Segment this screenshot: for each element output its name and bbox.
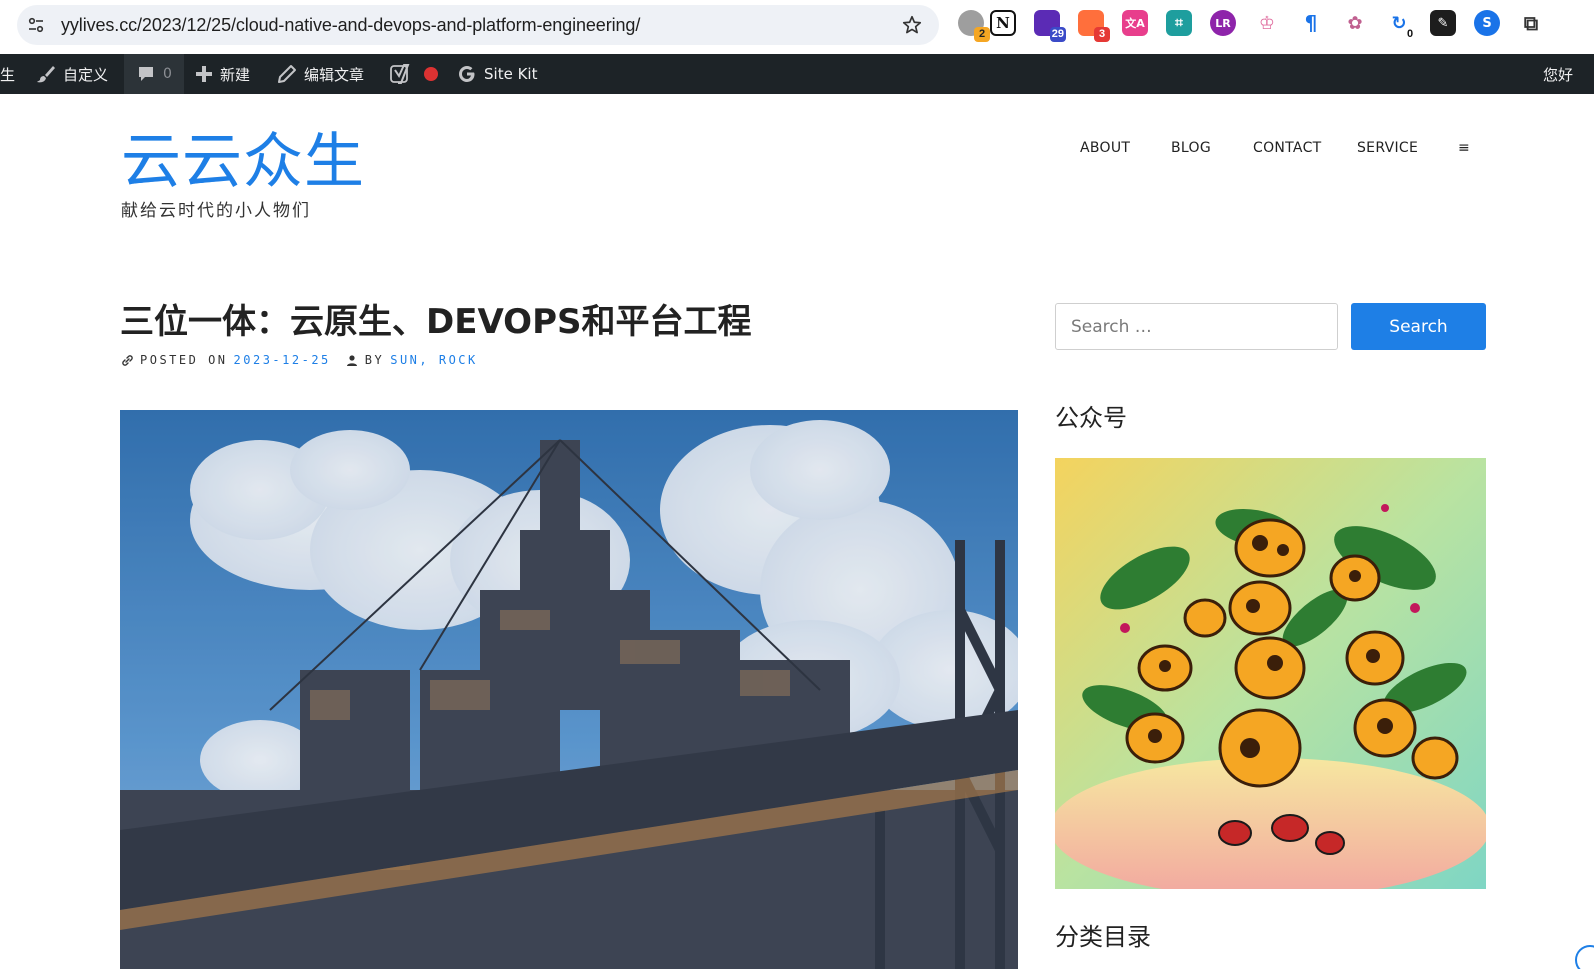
extension-badge: 3 xyxy=(1094,27,1110,42)
customize-link[interactable]: 自定义 xyxy=(36,54,108,94)
menu-toggle-icon[interactable]: ≡ xyxy=(1458,140,1470,156)
yoast-seo-menu[interactable] xyxy=(390,54,439,94)
extension-badge: 29 xyxy=(1049,27,1066,42)
site-name-fragment[interactable]: 生 xyxy=(0,64,15,85)
site-title[interactable]: 云云众生 xyxy=(121,127,365,197)
openai-extension-icon[interactable]: ✿ xyxy=(1342,10,1368,36)
site-info-icon[interactable] xyxy=(27,16,45,34)
translate-extension-icon[interactable]: 文A xyxy=(1122,10,1148,36)
ants-illustration xyxy=(1055,458,1486,889)
nav-contact[interactable]: CONTACT xyxy=(1253,140,1322,156)
nav-service[interactable]: SERVICE xyxy=(1357,140,1418,156)
admin-bar-site-name[interactable]: 生 xyxy=(0,54,15,94)
posted-on-label: POSTED ON xyxy=(140,353,228,367)
wechat-account-image xyxy=(1055,458,1486,889)
paintbrush-icon xyxy=(37,66,55,83)
search-button[interactable]: Search xyxy=(1351,303,1486,350)
new-label: 新建 xyxy=(220,65,251,84)
site-kit-link[interactable]: Site Kit xyxy=(457,54,537,94)
post-meta: POSTED ON 2023-12-25 BY SUN, ROCK xyxy=(121,353,478,367)
new-content-link[interactable]: 新建 xyxy=(195,54,250,94)
notion-extension-icon[interactable]: N xyxy=(990,10,1016,36)
blue-pin-extension-icon[interactable]: ¶ xyxy=(1298,10,1324,36)
house-extension-icon[interactable]: 29 xyxy=(1034,10,1066,42)
account-menu[interactable]: 您好 xyxy=(1543,54,1573,94)
grid-extension-icon[interactable]: ⌗ xyxy=(1166,10,1192,36)
categories-widget-title: 分类目录 xyxy=(1055,923,1151,951)
seo-status-dot-icon xyxy=(424,67,438,81)
post-title: 三位一体：云原生、DEVOPS和平台工程 xyxy=(120,302,752,342)
google-g-icon xyxy=(459,66,475,82)
bookmark-star-icon[interactable] xyxy=(901,14,923,36)
url-text[interactable]: yylives.cc/2023/12/25/cloud-native-and-d… xyxy=(61,15,640,36)
site-kit-label: Site Kit xyxy=(484,65,538,83)
comments-link[interactable]: 0 xyxy=(124,54,184,94)
nav-blog[interactable]: BLOG xyxy=(1171,140,1211,156)
black-square-extension-icon[interactable]: ✎ xyxy=(1430,10,1456,36)
wp-admin-bar: 生 自定义 0 新建 编辑文章 Site Kit 您好 xyxy=(0,54,1594,94)
comments-count: 0 xyxy=(163,66,172,82)
address-bar[interactable]: yylives.cc/2023/12/25/cloud-native-and-d… xyxy=(17,5,939,45)
floating-action-button[interactable] xyxy=(1575,945,1594,969)
puzzle-extension-icon[interactable]: ⧉ xyxy=(1518,10,1544,36)
link-icon xyxy=(122,354,133,366)
yoast-logo-icon xyxy=(390,64,410,84)
featured-image xyxy=(120,410,1018,969)
extension-badge: 2 xyxy=(974,27,990,42)
extension-badge: 0 xyxy=(1406,28,1414,40)
post-date-link[interactable]: 2023-12-25 xyxy=(234,353,331,367)
search-input[interactable] xyxy=(1055,303,1338,350)
site-tagline: 献给云时代的小人物们 xyxy=(121,201,311,221)
gray-circle-extension-icon[interactable]: 2 xyxy=(958,10,990,42)
greeting-text: 您好 xyxy=(1543,65,1574,84)
plus-icon xyxy=(196,66,212,82)
customize-label: 自定义 xyxy=(63,65,109,84)
wechat-widget-title: 公众号 xyxy=(1055,404,1127,432)
author-link[interactable]: SUN, ROCK xyxy=(390,353,478,367)
browser-toolbar: yylives.cc/2023/12/25/cloud-native-and-d… xyxy=(0,0,1594,54)
refresh-extension-icon[interactable]: ↻ 0 xyxy=(1386,10,1413,40)
comment-bubble-icon xyxy=(139,67,153,81)
by-label: BY xyxy=(364,353,385,367)
pencil-icon xyxy=(278,65,296,83)
user-icon xyxy=(346,354,357,366)
edit-post-link[interactable]: 编辑文章 xyxy=(277,54,364,94)
industrial-tower-illustration xyxy=(120,410,1018,969)
edit-post-label: 编辑文章 xyxy=(304,65,365,84)
crown-extension-icon[interactable]: ♔ xyxy=(1254,10,1280,36)
chat-extension-icon[interactable]: 3 xyxy=(1078,10,1110,42)
blue-circle-extension-icon[interactable]: S xyxy=(1474,10,1500,36)
nav-about[interactable]: ABOUT xyxy=(1080,140,1130,156)
purple-extension-icon[interactable]: LR xyxy=(1210,10,1236,36)
